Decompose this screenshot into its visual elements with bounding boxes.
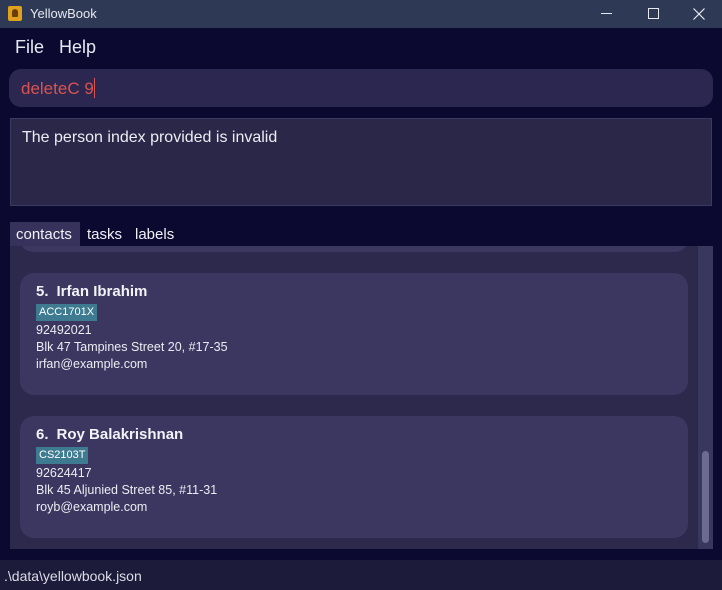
contact-phone: 92492021 bbox=[36, 323, 92, 337]
tab-contacts[interactable]: contacts bbox=[10, 222, 80, 246]
contact-index: 5. bbox=[36, 283, 49, 300]
contact-tag: ACC1701X bbox=[36, 304, 98, 321]
contact-name: 5. Irfan Ibrahim bbox=[36, 283, 147, 300]
contact-name-text: Irfan Ibrahim bbox=[56, 283, 148, 300]
command-box[interactable]: deleteC 9 bbox=[9, 69, 713, 107]
result-display: The person index provided is invalid bbox=[10, 118, 712, 206]
tab-tasks[interactable]: tasks bbox=[81, 222, 127, 246]
contact-address: Blk 45 Aljunied Street 85, #11-31 bbox=[36, 483, 218, 497]
app-window: YellowBook File Help deleteC 9 The perso… bbox=[0, 0, 722, 590]
contact-email: royb@example.com bbox=[36, 500, 148, 514]
contact-card[interactable]: 6. Roy Balakrishnan CS2103T 92624417 Blk … bbox=[20, 416, 688, 538]
data-file-path: .\data\yellowbook.json bbox=[4, 568, 142, 584]
maximize-button[interactable] bbox=[630, 0, 676, 28]
menu-help[interactable]: Help bbox=[59, 37, 96, 58]
contact-name-text: Roy Balakrishnan bbox=[56, 426, 184, 443]
contact-phone: 92624417 bbox=[36, 466, 92, 480]
menu-bar: File Help bbox=[0, 28, 722, 64]
title-bar[interactable]: YellowBook bbox=[0, 0, 722, 28]
window-title: YellowBook bbox=[30, 6, 97, 21]
command-input[interactable]: deleteC 9 bbox=[21, 78, 95, 99]
menu-file[interactable]: File bbox=[15, 37, 44, 58]
text-caret bbox=[93, 78, 95, 98]
contact-address: Blk 47 Tampines Street 20, #17-35 bbox=[36, 340, 228, 354]
tab-labels[interactable]: labels bbox=[129, 222, 187, 246]
command-text: deleteC 9 bbox=[21, 79, 94, 98]
contact-tag: CS2103T bbox=[36, 447, 89, 464]
list-scrollbar[interactable] bbox=[698, 246, 713, 549]
contact-name: 6. Roy Balakrishnan bbox=[36, 426, 183, 443]
contact-card-previous[interactable] bbox=[20, 246, 688, 252]
contact-index: 6. bbox=[36, 426, 49, 443]
contact-list[interactable]: 5. Irfan Ibrahim ACC1701X 92492021 Blk 47… bbox=[10, 246, 713, 549]
contact-card[interactable]: 5. Irfan Ibrahim ACC1701X 92492021 Blk 47… bbox=[20, 273, 688, 395]
contact-email: irfan@example.com bbox=[36, 357, 148, 371]
minimize-button[interactable] bbox=[584, 0, 630, 28]
close-icon bbox=[693, 8, 705, 20]
scrollbar-thumb[interactable] bbox=[702, 451, 709, 543]
app-logo-icon bbox=[8, 6, 22, 21]
close-button[interactable] bbox=[676, 0, 722, 28]
status-bar: .\data\yellowbook.json bbox=[0, 560, 722, 590]
result-message: The person index provided is invalid bbox=[22, 129, 278, 146]
